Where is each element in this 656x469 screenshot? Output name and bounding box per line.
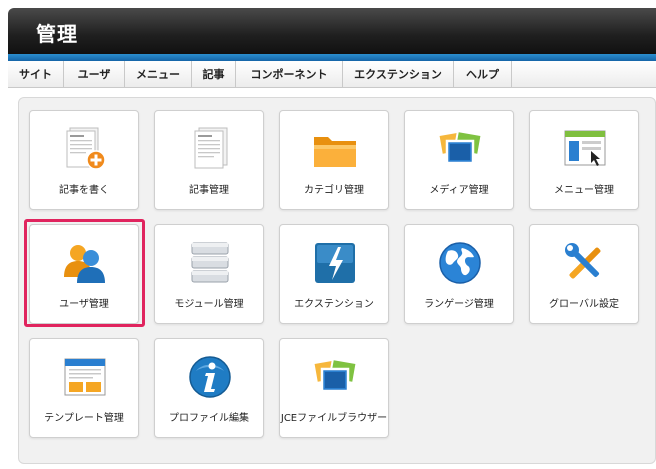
menu-articles[interactable]: 記事 [192, 61, 236, 87]
tile-label: グローバル設定 [549, 299, 619, 310]
page-title: 管理 [36, 22, 78, 46]
tile-language-manager[interactable]: ランゲージ管理 [404, 224, 514, 324]
tile-label: エクステンション [294, 299, 374, 310]
tile-user-manager[interactable]: ユーザ管理 [29, 224, 139, 324]
tools-icon [565, 243, 601, 279]
tile-menu-manager[interactable]: メニュー管理 [529, 110, 639, 210]
tile-category-manager[interactable]: カテゴリ管理 [279, 110, 389, 210]
tile-label: プロファイル編集 [169, 413, 249, 424]
tile-edit-profile[interactable]: プロファイル編集 [154, 338, 264, 438]
tile-add-article[interactable]: 記事を書く [29, 110, 139, 210]
tile-label: 記事を書く [59, 185, 109, 196]
article-icon [194, 127, 228, 169]
menu-menus[interactable]: メニュー [125, 61, 192, 87]
tile-jce-file-browser[interactable]: JCEファイルブラウザー [279, 338, 389, 438]
tile-label: ユーザ管理 [59, 299, 109, 310]
tile-label: ランゲージ管理 [424, 299, 494, 310]
media-icon [437, 129, 483, 165]
menu-help[interactable]: ヘルプ [454, 61, 512, 87]
info-icon [189, 356, 231, 398]
menu-window-icon [564, 130, 606, 166]
globe-icon [439, 242, 481, 284]
tile-label: メニュー管理 [554, 185, 614, 196]
tile-global-configuration[interactable]: グローバル設定 [529, 224, 639, 324]
admin-header: 管理 [8, 8, 656, 54]
users-icon [64, 245, 105, 283]
tile-label: カテゴリ管理 [304, 185, 364, 196]
header-accent-bar [8, 54, 656, 61]
menu-components[interactable]: コンポーネント [236, 61, 343, 87]
tile-label: メディア管理 [429, 185, 489, 196]
tile-label: テンプレート管理 [44, 413, 124, 424]
file-browser-icon [312, 357, 358, 393]
main-menu-bar: サイト ユーザ メニュー 記事 コンポーネント エクステンション ヘルプ [8, 61, 656, 88]
menu-extensions[interactable]: エクステンション [343, 61, 454, 87]
article-add-icon [66, 127, 106, 170]
tile-article-manager[interactable]: 記事管理 [154, 110, 264, 210]
tile-extension-manager[interactable]: エクステンション [279, 224, 389, 324]
tile-media-manager[interactable]: メディア管理 [404, 110, 514, 210]
folder-icon [314, 137, 356, 167]
menu-site[interactable]: サイト [8, 61, 64, 87]
tile-label: JCEファイルブラウザー [280, 413, 388, 424]
tile-template-manager[interactable]: テンプレート管理 [29, 338, 139, 438]
tile-label: 記事管理 [189, 185, 229, 196]
tile-module-manager[interactable]: モジュール管理 [154, 224, 264, 324]
template-icon [64, 358, 106, 396]
menu-users[interactable]: ユーザ [64, 61, 125, 87]
extension-bolt-icon [315, 243, 355, 283]
tile-label: モジュール管理 [174, 299, 244, 310]
modules-icon [191, 242, 229, 283]
